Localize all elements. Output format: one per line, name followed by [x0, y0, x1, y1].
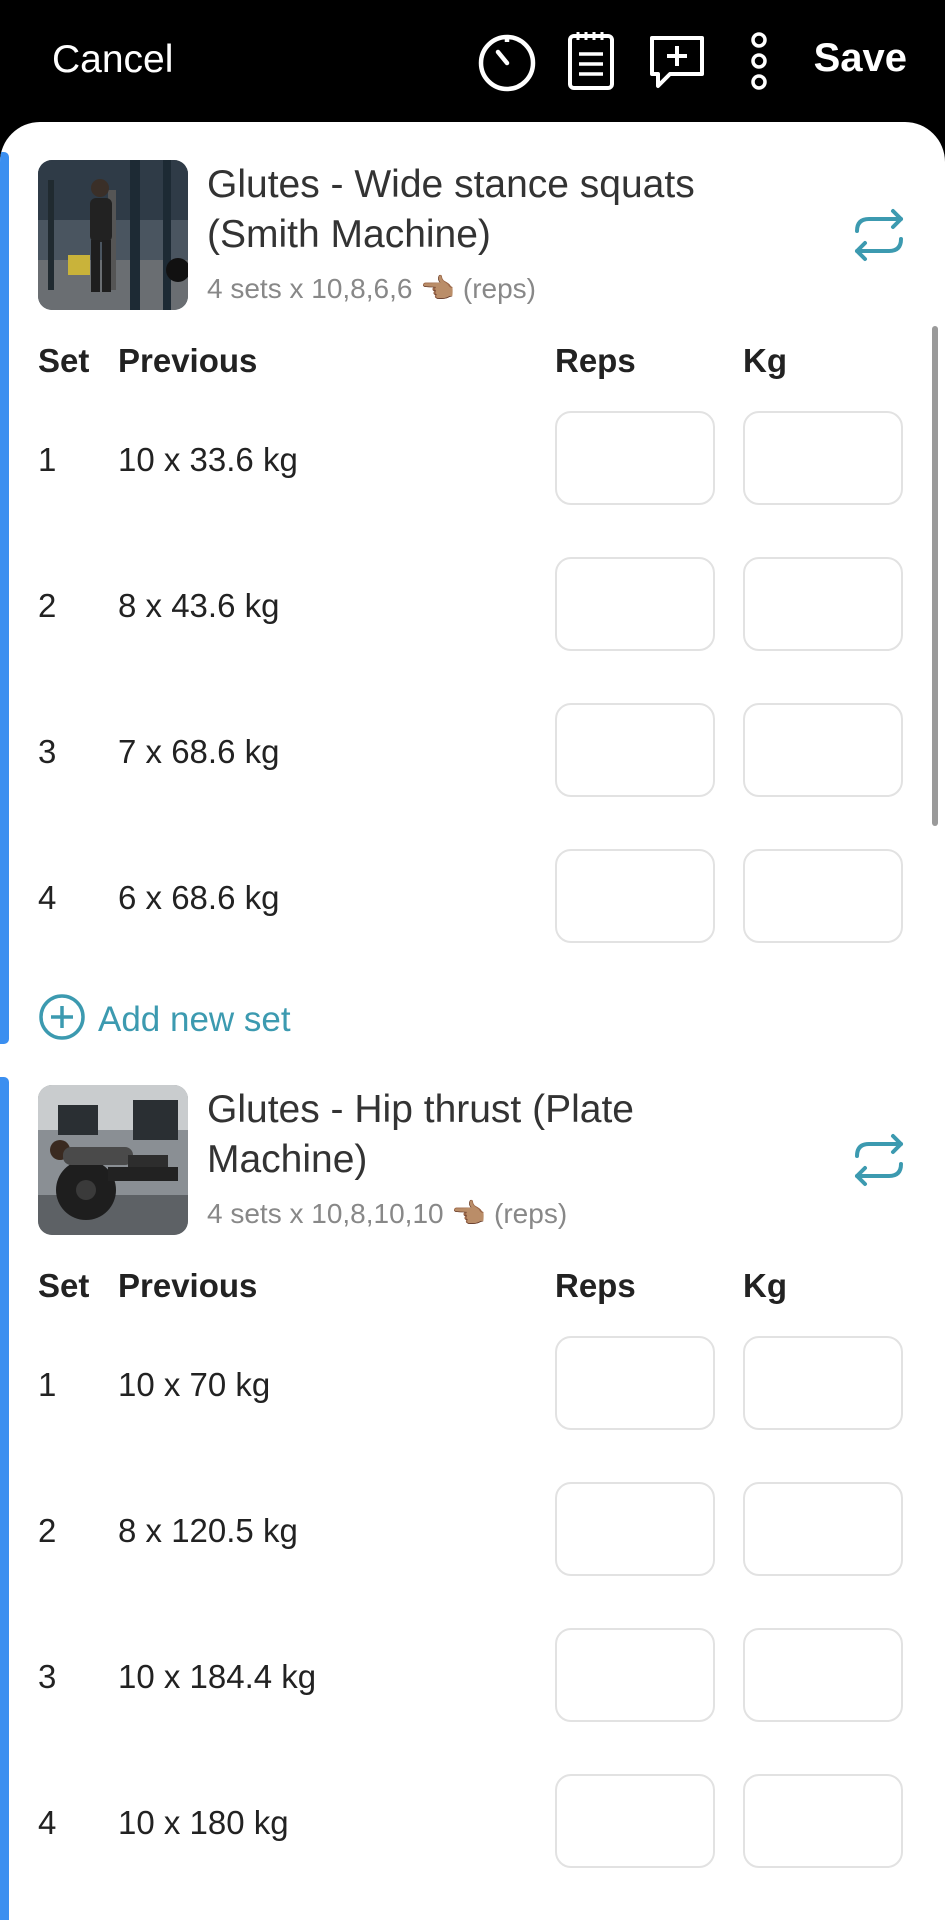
set-number: 2	[38, 1512, 57, 1549]
col-header-reps: Reps	[555, 1267, 636, 1304]
set-number: 1	[38, 1366, 57, 1403]
previous-value: 6 x 68.6 kg	[118, 879, 280, 916]
kg-input[interactable]	[743, 1482, 903, 1576]
reps-input[interactable]	[555, 703, 715, 797]
col-header-set: Set	[38, 342, 90, 379]
previous-value: 8 x 43.6 kg	[118, 587, 280, 624]
add-new-set-label: Add new set	[98, 999, 291, 1039]
cancel-button[interactable]: Cancel	[52, 38, 173, 82]
reps-input[interactable]	[555, 1774, 715, 1868]
kg-input[interactable]	[743, 703, 903, 797]
set-number: 3	[38, 733, 57, 770]
kg-input[interactable]	[743, 411, 903, 505]
workout-sheet: Glutes - Wide stance squats (Smith Machi…	[0, 122, 945, 1920]
previous-value: 8 x 120.5 kg	[118, 1512, 298, 1549]
kg-input[interactable]	[743, 849, 903, 943]
set-number: 1	[38, 441, 57, 478]
col-header-kg: Kg	[743, 342, 787, 379]
kg-input[interactable]	[743, 1628, 903, 1722]
exercise-title[interactable]: Glutes - Wide stance squats (Smith Machi…	[207, 160, 767, 260]
save-button[interactable]: Save	[814, 36, 907, 81]
reps-input[interactable]	[555, 1482, 715, 1576]
exercise-target: 4 sets x 10,8,6,6 👈🏽 (reps)	[207, 273, 536, 304]
previous-value: 10 x 70 kg	[118, 1366, 271, 1403]
previous-value: 10 x 180 kg	[118, 1804, 289, 1841]
add-new-set-button[interactable]: Add new set	[38, 993, 291, 1046]
col-header-previous: Previous	[118, 342, 258, 379]
timer-icon[interactable]	[476, 30, 538, 92]
previous-value: 7 x 68.6 kg	[118, 733, 280, 770]
more-vertical-icon[interactable]	[744, 30, 774, 92]
add-comment-icon[interactable]	[646, 30, 708, 92]
set-number: 4	[38, 1804, 57, 1841]
top-bar: Cancel Save	[0, 0, 945, 122]
col-header-set: Set	[38, 1267, 90, 1304]
swap-exercise-icon[interactable]	[849, 1130, 909, 1190]
kg-input[interactable]	[743, 1774, 903, 1868]
exercise-target: 4 sets x 10,8,10,10 👈🏽 (reps)	[207, 1198, 568, 1229]
exercise-thumbnail[interactable]	[38, 160, 188, 310]
col-header-kg: Kg	[743, 1267, 787, 1304]
exercise-thumbnail[interactable]	[38, 1085, 188, 1235]
exercise-card: Glutes - Wide stance squats (Smith Machi…	[0, 152, 945, 1050]
set-number: 3	[38, 1658, 57, 1695]
set-number: 4	[38, 879, 57, 916]
exercise-active-indicator	[0, 1077, 9, 1920]
exercise-active-indicator	[0, 152, 9, 1044]
previous-value: 10 x 184.4 kg	[118, 1658, 317, 1695]
col-header-reps: Reps	[555, 342, 636, 379]
exercise-card: Glutes - Hip thrust (Plate Machine) 4 se…	[0, 1077, 945, 1920]
kg-input[interactable]	[743, 1336, 903, 1430]
scrollbar[interactable]	[932, 326, 938, 826]
col-header-previous: Previous	[118, 1267, 258, 1304]
reps-input[interactable]	[555, 557, 715, 651]
swap-exercise-icon[interactable]	[849, 205, 909, 265]
reps-input[interactable]	[555, 411, 715, 505]
notepad-icon[interactable]	[566, 30, 616, 92]
exercise-title[interactable]: Glutes - Hip thrust (Plate Machine)	[207, 1085, 767, 1185]
set-number: 2	[38, 587, 57, 624]
plus-circle-icon	[38, 993, 86, 1046]
reps-input[interactable]	[555, 849, 715, 943]
kg-input[interactable]	[743, 557, 903, 651]
reps-input[interactable]	[555, 1628, 715, 1722]
previous-value: 10 x 33.6 kg	[118, 441, 298, 478]
reps-input[interactable]	[555, 1336, 715, 1430]
